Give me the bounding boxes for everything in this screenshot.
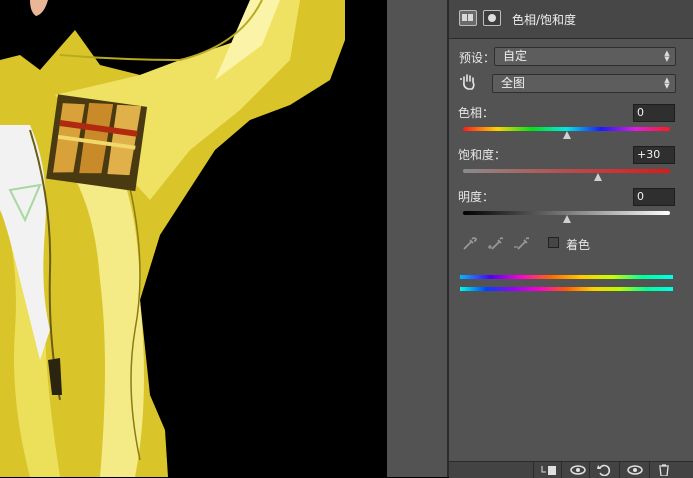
colorize-checkbox[interactable] — [548, 237, 559, 248]
preset-label: 预设： — [459, 51, 496, 65]
saturation-slider-track[interactable] — [463, 169, 670, 173]
on-image-adjust-icon[interactable] — [460, 73, 478, 91]
hue-slider-thumb[interactable] — [562, 131, 571, 139]
delete-icon — [659, 464, 669, 476]
hue-label: 色相： — [458, 106, 495, 120]
clip-to-layer-button[interactable] — [533, 462, 563, 478]
panel-title: 色相/饱和度 — [512, 13, 577, 27]
panel-footer — [449, 461, 693, 478]
subtract-from-sample-icon[interactable] — [513, 236, 529, 252]
preset-select[interactable]: 自定 ▲ ▼ — [494, 47, 676, 66]
document-canvas[interactable] — [0, 0, 387, 477]
lightness-label: 明度： — [458, 190, 495, 204]
preset-value: 自定 — [503, 49, 528, 63]
visibility-button[interactable] — [619, 462, 649, 478]
chevron-updown-icon: ▲ ▼ — [664, 49, 670, 63]
hue-input[interactable]: 0 — [633, 104, 675, 122]
panel-header: 色相/饱和度 — [449, 0, 693, 39]
saturation-label: 饱和度： — [458, 148, 507, 162]
view-previous-state-button[interactable] — [561, 462, 591, 478]
input-color-bar — [460, 275, 673, 279]
output-color-bar — [460, 287, 673, 291]
saturation-slider-thumb[interactable] — [593, 173, 602, 181]
adjustment-layer-icon[interactable] — [459, 10, 477, 26]
clip-to-layer-icon — [541, 466, 556, 475]
delete-button[interactable] — [649, 462, 679, 478]
saturation-input[interactable]: +30 — [633, 146, 675, 164]
range-select[interactable]: 全图 ▲ ▼ — [492, 74, 676, 93]
reset-icon — [597, 464, 611, 476]
lightness-input[interactable]: 0 — [633, 188, 675, 206]
lightness-slider-thumb[interactable] — [562, 215, 571, 223]
reset-button[interactable] — [589, 462, 619, 478]
jacket-photo — [0, 0, 387, 477]
visibility-icon — [627, 465, 643, 475]
chevron-updown-icon: ▲ ▼ — [664, 76, 670, 90]
eyedropper-icon[interactable] — [461, 236, 477, 252]
workspace-gutter — [387, 0, 449, 477]
properties-panel: 色相/饱和度 预设： 自定 ▲ ▼ 全图 ▲ ▼ 色相： 0 饱和度： +30 明度… — [449, 0, 693, 478]
view-previous-state-icon — [570, 465, 586, 475]
add-to-sample-icon[interactable] — [487, 236, 503, 252]
mask-icon[interactable] — [483, 10, 501, 26]
range-value: 全图 — [501, 76, 526, 90]
colorize-label: 着色 — [566, 238, 591, 252]
